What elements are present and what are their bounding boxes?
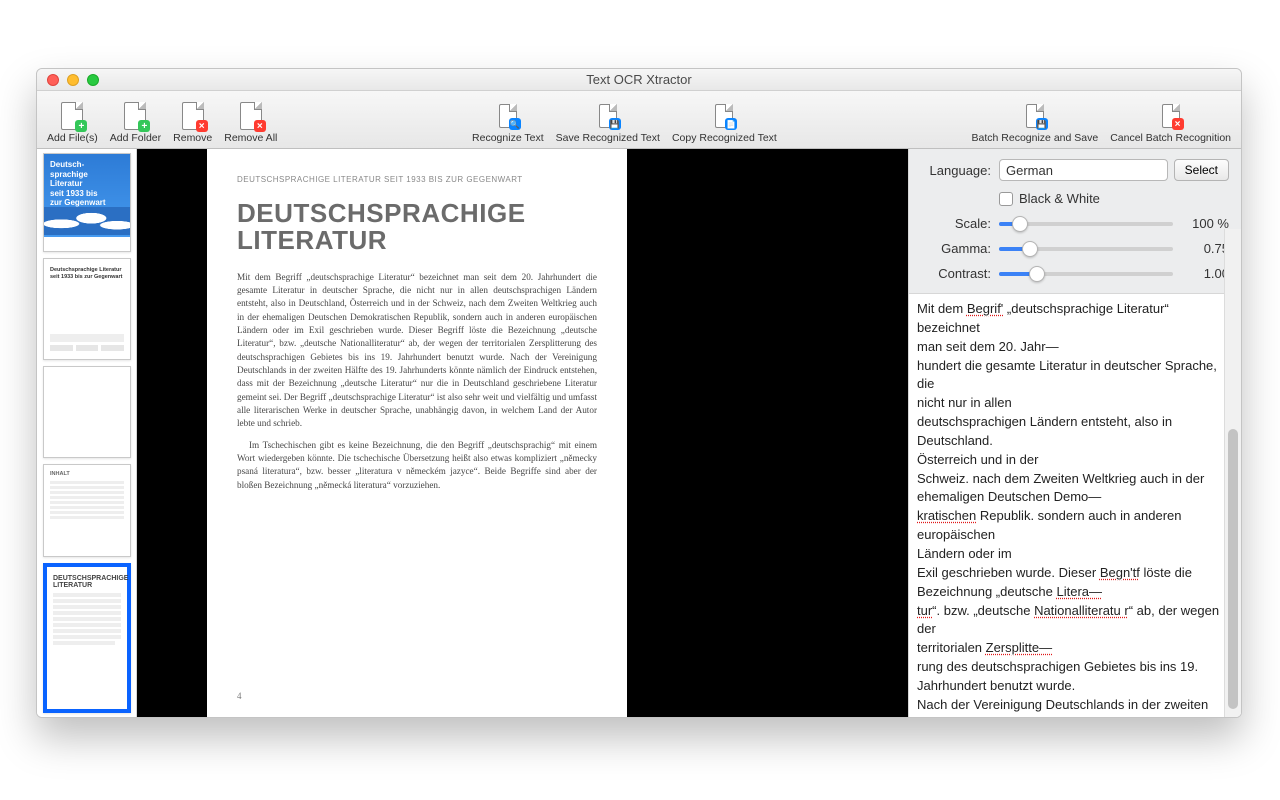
- ocr-line: tur“. bzw. „deutsche Nationalliteratu r“…: [917, 602, 1233, 640]
- thumbnail-page-3[interactable]: [43, 366, 131, 458]
- window-vertical-scrollbar[interactable]: [1224, 229, 1241, 717]
- app-window: Text OCR Xtractor + Add File(s) + Add Fo…: [36, 68, 1242, 718]
- batch-save-icon: 💾: [1026, 104, 1044, 128]
- ocr-line: Mit dem Begrif' „deutschsprachige Litera…: [917, 300, 1233, 338]
- ocr-line: Jahrhundert benutzt wurde.: [917, 677, 1233, 696]
- ocr-line: deutschsprachigen Ländern entsteht, also…: [917, 413, 1233, 451]
- page-heading: DEUTSCHSPRACHIGE LITERATUR: [237, 200, 597, 255]
- page-body-text: Mit dem Begriff „deutschsprachige Litera…: [237, 271, 597, 501]
- ocr-line: rung des deutschsprachigen Gebietes bis …: [917, 658, 1233, 677]
- window-title: Text OCR Xtractor: [37, 72, 1241, 87]
- right-panel: Language: German Select Black & White Sc…: [908, 149, 1241, 717]
- magnifier-doc-icon: 🔍: [499, 104, 517, 128]
- contrast-value: 1.00: [1183, 266, 1229, 281]
- content-area: Deutsch- sprachige Literatur seit 1933 b…: [37, 149, 1241, 717]
- titlebar: Text OCR Xtractor: [37, 69, 1241, 91]
- ocr-line: nicht nur in allen: [917, 394, 1233, 413]
- thumbnail-page-4-selected[interactable]: DEUTSCHSPRACHIGE LITERATUR: [43, 563, 131, 713]
- copy-text-icon: 📄: [715, 104, 733, 128]
- ocr-line: Bezeichnung „deutsche Litera—: [917, 583, 1233, 602]
- save-recognized-text-button[interactable]: 💾 Save Recognized Text: [550, 90, 666, 144]
- scrollbar-thumb[interactable]: [1228, 429, 1238, 709]
- ocr-line: man seit dem 20. Jahr—: [917, 338, 1233, 357]
- cancel-batch-button[interactable]: × Cancel Batch Recognition: [1104, 90, 1237, 144]
- scale-label: Scale:: [921, 216, 991, 231]
- remove-button[interactable]: × Remove: [167, 90, 218, 144]
- folder-plus-icon: +: [124, 102, 146, 130]
- ocr-line: hundert die gesamte Literatur in deutsch…: [917, 357, 1233, 395]
- gamma-value: 0.75: [1183, 241, 1229, 256]
- remove-all-button[interactable]: × Remove All: [218, 90, 283, 144]
- cancel-batch-icon: ×: [1162, 104, 1180, 128]
- ocr-line: kratischen Republik. sondern auch in and…: [917, 507, 1233, 545]
- ocr-line: Exil geschrieben wurde. Dieser Begn'tf l…: [917, 564, 1233, 583]
- recognized-text-output[interactable]: Mit dem Begrif' „deutschsprachige Litera…: [909, 294, 1241, 717]
- thumbnail-page-2[interactable]: Deutschsprachige Literatur seit 1933 bis…: [43, 258, 131, 360]
- copy-recognized-text-button[interactable]: 📄 Copy Recognized Text: [666, 90, 783, 144]
- black-white-label: Black & White: [1019, 191, 1100, 206]
- language-select-button[interactable]: Select: [1174, 159, 1229, 181]
- black-white-checkbox[interactable]: [999, 192, 1013, 206]
- scale-value: 100 %: [1183, 216, 1229, 231]
- gamma-slider[interactable]: [999, 247, 1173, 251]
- document-plus-icon: +: [61, 102, 83, 130]
- recognition-settings: Language: German Select Black & White Sc…: [909, 149, 1241, 294]
- scale-slider[interactable]: [999, 222, 1173, 226]
- language-combobox[interactable]: German: [999, 159, 1168, 181]
- running-head: DEUTSCHSPRACHIGE LITERATUR SEIT 1933 BIS…: [237, 175, 597, 184]
- ocr-line: territorialen Zersplitte—: [917, 639, 1233, 658]
- ocr-line: Österreich und in der: [917, 451, 1233, 470]
- ocr-line: ehemaligen Deutschen Demo—: [917, 488, 1233, 507]
- documents-remove-icon: ×: [240, 102, 262, 130]
- contrast-slider[interactable]: [999, 272, 1173, 276]
- thumbnail-sidebar[interactable]: Deutsch- sprachige Literatur seit 1933 b…: [37, 149, 137, 717]
- contrast-label: Contrast:: [921, 266, 991, 281]
- thumbnail-page-1[interactable]: Deutsch- sprachige Literatur seit 1933 b…: [43, 153, 131, 252]
- page-number: 4: [237, 691, 597, 701]
- toolbar: + Add File(s) + Add Folder × Remove × Re…: [37, 91, 1241, 149]
- language-label: Language:: [921, 163, 991, 178]
- add-files-button[interactable]: + Add File(s): [41, 90, 104, 144]
- document-remove-icon: ×: [182, 102, 204, 130]
- thumbnail-page-toc[interactable]: INHALT: [43, 464, 131, 557]
- save-text-icon: 💾: [599, 104, 617, 128]
- add-folder-button[interactable]: + Add Folder: [104, 90, 167, 144]
- ocr-line: Nach der Vereinigung Deutschlands in der…: [917, 696, 1233, 717]
- batch-recognize-save-button[interactable]: 💾 Batch Recognize and Save: [966, 90, 1105, 144]
- ocr-line: Ländern oder im: [917, 545, 1233, 564]
- page-viewer[interactable]: DEUTSCHSPRACHIGE LITERATUR SEIT 1933 BIS…: [137, 149, 908, 717]
- ocr-line: Schweiz. nach dem Zweiten Weltkrieg auch…: [917, 470, 1233, 489]
- viewer-page-4: DEUTSCHSPRACHIGE LITERATUR SEIT 1933 BIS…: [207, 149, 627, 717]
- gamma-label: Gamma:: [921, 241, 991, 256]
- recognize-text-button[interactable]: 🔍 Recognize Text: [466, 90, 550, 144]
